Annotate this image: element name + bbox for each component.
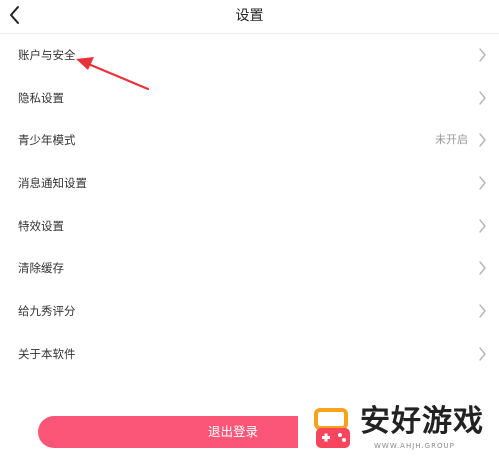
settings-item-notifications[interactable]: 消息通知设置 — [0, 162, 499, 205]
settings-page: 设置 账户与安全 隐私设置 青少年模式 未开启 消息通知设置 特效设置 清除缓存 — [0, 0, 499, 459]
chevron-right-icon — [479, 176, 486, 190]
chevron-right-icon — [479, 48, 486, 62]
settings-item-label: 消息通知设置 — [18, 176, 87, 191]
settings-item-label: 账户与安全 — [18, 48, 76, 62]
watermark-text: 安好游戏 — [360, 404, 484, 439]
chevron-right-icon — [479, 133, 486, 148]
settings-item-about[interactable]: 关于本软件 — [0, 333, 499, 376]
settings-item-label: 清除缓存 — [18, 261, 64, 276]
settings-item-label: 青少年模式 — [18, 133, 76, 148]
settings-item-teen-mode[interactable]: 青少年模式 未开启 — [0, 119, 499, 162]
chevron-right-icon — [479, 261, 486, 276]
settings-item-rate-app[interactable]: 给九秀评分 — [0, 290, 499, 333]
settings-item-label: 给九秀评分 — [18, 304, 76, 319]
chevron-right-icon — [479, 219, 486, 233]
top-bar: 设置 — [0, 0, 499, 34]
chevron-right-icon — [479, 90, 486, 105]
chevron-right-icon — [479, 347, 486, 361]
watermark: 安好游戏 WWW.AHJH.GROUP — [298, 400, 499, 459]
gamepad-logo-icon — [314, 408, 350, 448]
logout-button[interactable]: 退出登录 — [38, 416, 318, 448]
chevron-right-icon — [479, 304, 486, 318]
settings-item-effects[interactable]: 特效设置 — [0, 205, 499, 248]
red-arrow-icon — [76, 57, 150, 91]
page-title: 设置 — [235, 8, 264, 24]
teen-mode-status: 未开启 — [435, 133, 468, 147]
watermark-url: WWW.AHJH.GROUP — [374, 442, 455, 450]
settings-item-label: 特效设置 — [18, 218, 64, 233]
settings-item-label: 关于本软件 — [18, 346, 76, 361]
settings-item-label: 隐私设置 — [18, 90, 64, 105]
settings-item-clear-cache[interactable]: 清除缓存 — [0, 247, 499, 290]
